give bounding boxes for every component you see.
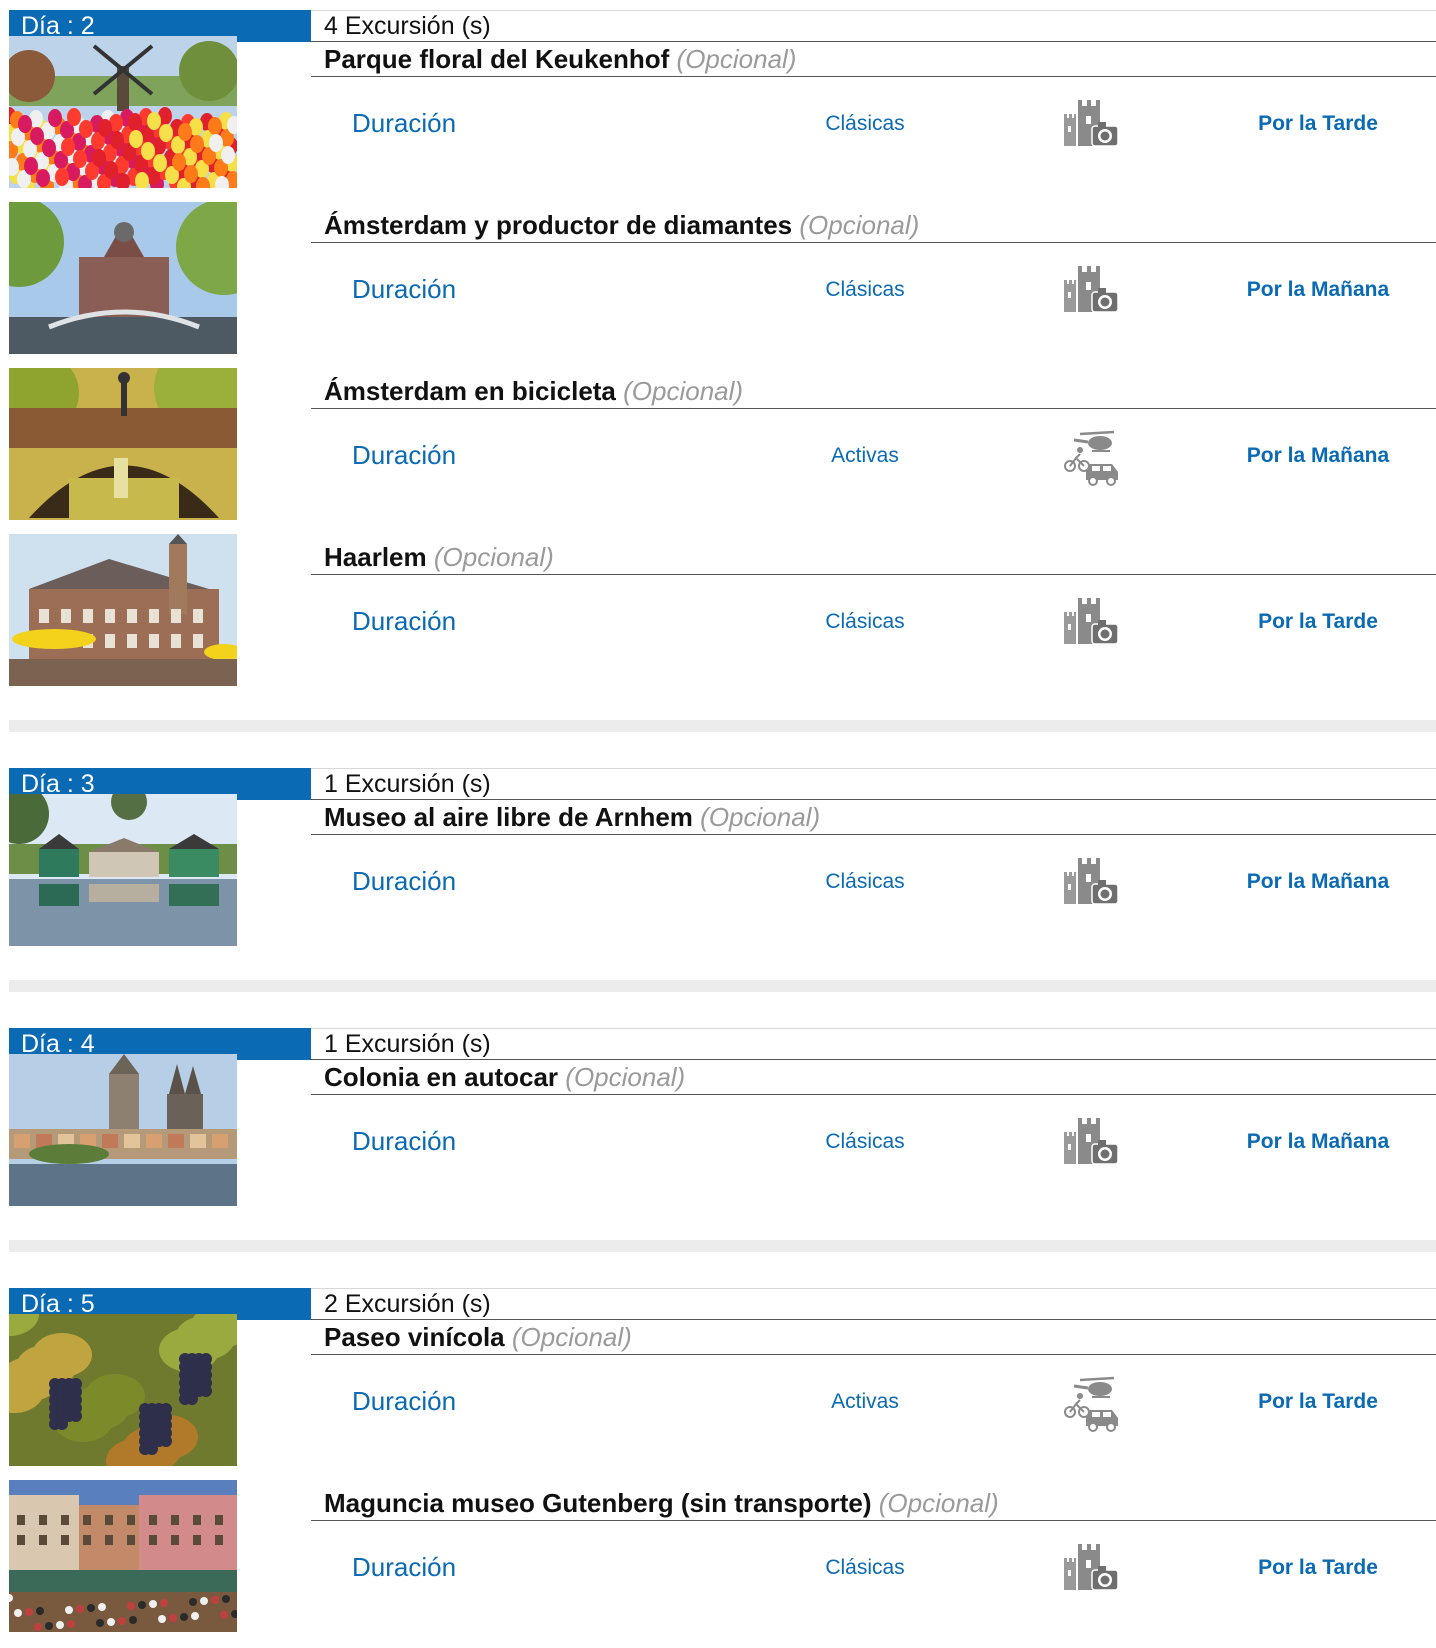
day-header: Día : 2 4 Excursión (s) [0,0,1436,42]
excursion-item: Parque floral del Keukenhof (Opcional) D… [0,32,1436,198]
excursion-photo[interactable] [9,534,237,686]
day-separator [9,720,1436,732]
excursion-photo[interactable] [9,1054,237,1206]
excursion-category: Activas [831,1390,899,1413]
optional-tag: (Opcional) [700,802,821,832]
excursion-title: Ámsterdam y productor de diamantes (Opci… [324,208,919,242]
excursion-photo[interactable] [9,368,237,520]
excursion-name[interactable]: Colonia en autocar [324,1062,558,1092]
excursion-name[interactable]: Museo al aire libre de Arnhem [324,802,693,832]
excursion-item: Ámsterdam en bicicleta (Opcional) Duraci… [0,364,1436,530]
excursion-item: Ámsterdam y productor de diamantes (Opci… [0,198,1436,364]
excursion-category: Clásicas [825,112,905,135]
day-header: Día : 3 1 Excursión (s) [0,758,1436,800]
excursion-item: Museo al aire libre de Arnhem (Opcional)… [0,790,1436,956]
duration-link[interactable]: Duración [352,440,456,471]
excursion-title: Maguncia museo Gutenberg (sin transporte… [324,1486,999,1520]
excursion-name[interactable]: Ámsterdam en bicicleta [324,376,616,406]
excursion-time: Por la Mañana [1246,870,1390,893]
excursion-time: Por la Tarde [1258,112,1378,135]
excursion-title: Parque floral del Keukenhof (Opcional) [324,42,796,76]
optional-tag: (Opcional) [433,542,554,572]
excursion-name[interactable]: Maguncia museo Gutenberg (sin transporte… [324,1488,872,1518]
duration-link[interactable]: Duración [352,606,456,637]
day-header: Día : 4 1 Excursión (s) [0,1018,1436,1060]
excursion-item: Haarlem (Opcional) Duración Clásicas Por… [0,530,1436,696]
duration-link[interactable]: Duración [352,108,456,139]
castle-camera-icon [1060,1114,1120,1174]
excursion-category: Clásicas [825,1556,905,1579]
castle-camera-icon [1060,594,1120,654]
optional-tag: (Opcional) [878,1488,999,1518]
excursion-category: Clásicas [825,1130,905,1153]
duration-link[interactable]: Duración [352,1552,456,1583]
day-header: Día : 5 2 Excursión (s) [0,1278,1436,1320]
excursion-title: Museo al aire libre de Arnhem (Opcional) [324,800,820,834]
excursion-category: Clásicas [825,870,905,893]
duration-link[interactable]: Duración [352,1126,456,1157]
day-section: Día : 4 1 Excursión (s) Colonia en autoc… [0,1018,1436,1252]
castle-camera-icon [1060,854,1120,914]
excursion-photo[interactable] [9,1480,237,1632]
excursion-category: Activas [831,444,899,467]
excursion-time: Por la Tarde [1258,610,1378,633]
excursion-item: Colonia en autocar (Opcional) Duración C… [0,1050,1436,1216]
excursion-category: Clásicas [825,278,905,301]
duration-link[interactable]: Duración [352,866,456,897]
excursion-category: Clásicas [825,610,905,633]
excursion-time: Por la Mañana [1246,278,1390,301]
excursion-photo[interactable] [9,36,237,188]
optional-tag: (Opcional) [565,1062,686,1092]
excursion-photo[interactable] [9,202,237,354]
duration-link[interactable]: Duración [352,1386,456,1417]
duration-link[interactable]: Duración [352,274,456,305]
excursion-name[interactable]: Parque floral del Keukenhof [324,44,669,74]
helicopter-bike-car-icon [1060,428,1120,488]
excursion-title: Paseo vinícola (Opcional) [324,1320,632,1354]
excursion-title: Haarlem (Opcional) [324,540,554,574]
excursion-time: Por la Tarde [1258,1556,1378,1579]
excursion-time: Por la Mañana [1246,444,1390,467]
optional-tag: (Opcional) [799,210,920,240]
excursion-name[interactable]: Haarlem [324,542,427,572]
excursions-by-day-list: Día : 2 4 Excursión (s) Parque floral de… [0,0,1436,1642]
optional-tag: (Opcional) [511,1322,632,1352]
excursion-title: Colonia en autocar (Opcional) [324,1060,685,1094]
excursion-photo[interactable] [9,1314,237,1466]
castle-camera-icon [1060,96,1120,156]
castle-camera-icon [1060,1540,1120,1600]
optional-tag: (Opcional) [676,44,797,74]
excursion-photo[interactable] [9,794,237,946]
castle-camera-icon [1060,262,1120,322]
day-separator [9,1240,1436,1252]
excursion-time: Por la Mañana [1246,1130,1390,1153]
day-section: Día : 5 2 Excursión (s) Paseo vinícola (… [0,1278,1436,1642]
day-section: Día : 2 4 Excursión (s) Parque floral de… [0,0,1436,732]
day-section: Día : 3 1 Excursión (s) Museo al aire li… [0,758,1436,992]
excursion-time: Por la Tarde [1258,1390,1378,1413]
excursion-item: Paseo vinícola (Opcional) Duración Activ… [0,1310,1436,1476]
excursion-name[interactable]: Ámsterdam y productor de diamantes [324,210,792,240]
excursion-name[interactable]: Paseo vinícola [324,1322,505,1352]
helicopter-bike-car-icon [1060,1374,1120,1434]
excursion-title: Ámsterdam en bicicleta (Opcional) [324,374,743,408]
day-separator [9,980,1436,992]
optional-tag: (Opcional) [623,376,744,406]
excursion-item: Maguncia museo Gutenberg (sin transporte… [0,1476,1436,1642]
